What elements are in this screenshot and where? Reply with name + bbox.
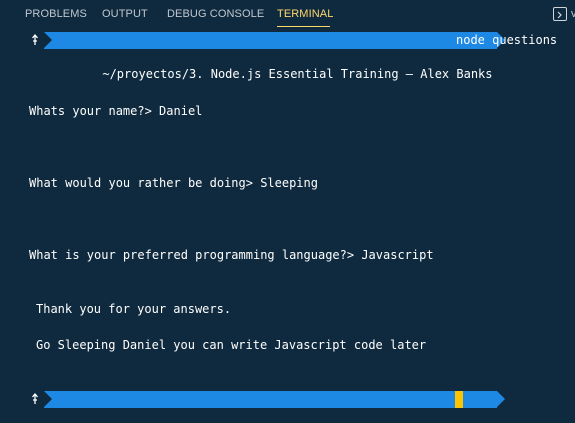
terminal-panel: PROBLEMS OUTPUT DEBUG CONSOLE TERMINAL v… [0, 0, 575, 423]
prompt-path-segment: ~/proyectos/3. Node.js Essential Trainin… [44, 391, 505, 408]
up-arrow-icon [30, 391, 40, 408]
tab-debug-console[interactable]: DEBUG CONSOLE [167, 8, 264, 20]
terminal-cursor[interactable] [455, 391, 463, 408]
truncated-dropdown-label: v [571, 8, 575, 20]
prompt-path-segment: ~/proyectos/3. Node.js Essential Trainin… [44, 32, 505, 81]
tab-output[interactable]: OUTPUT [102, 8, 148, 20]
output-line-name: Whats your name?> Daniel [29, 104, 203, 118]
panel-tab-bar: PROBLEMS OUTPUT DEBUG CONSOLE TERMINAL v [0, 0, 575, 28]
prompt-path: ~/proyectos/3. Node.js Essential Trainin… [102, 67, 493, 81]
tab-terminal[interactable]: TERMINAL [277, 8, 333, 20]
active-tab-indicator [277, 26, 330, 27]
terminal-prompt-icon [557, 11, 562, 19]
segment-right-chevron [496, 391, 505, 407]
segment-left-chevron [44, 32, 52, 48]
prompt-command: node questions [456, 33, 558, 47]
launch-terminal-button[interactable] [553, 7, 567, 21]
output-line-summary: Go Sleeping Daniel you can write Javascr… [36, 338, 427, 352]
segment-left-chevron [44, 391, 52, 407]
output-line-language: What is your preferred programming langu… [29, 248, 434, 262]
output-line-activity: What would you rather be doing> Sleeping [29, 176, 318, 190]
up-arrow-icon [30, 32, 40, 49]
tab-problems[interactable]: PROBLEMS [25, 8, 87, 20]
output-line-thanks: Thank you for your answers. [36, 302, 232, 316]
